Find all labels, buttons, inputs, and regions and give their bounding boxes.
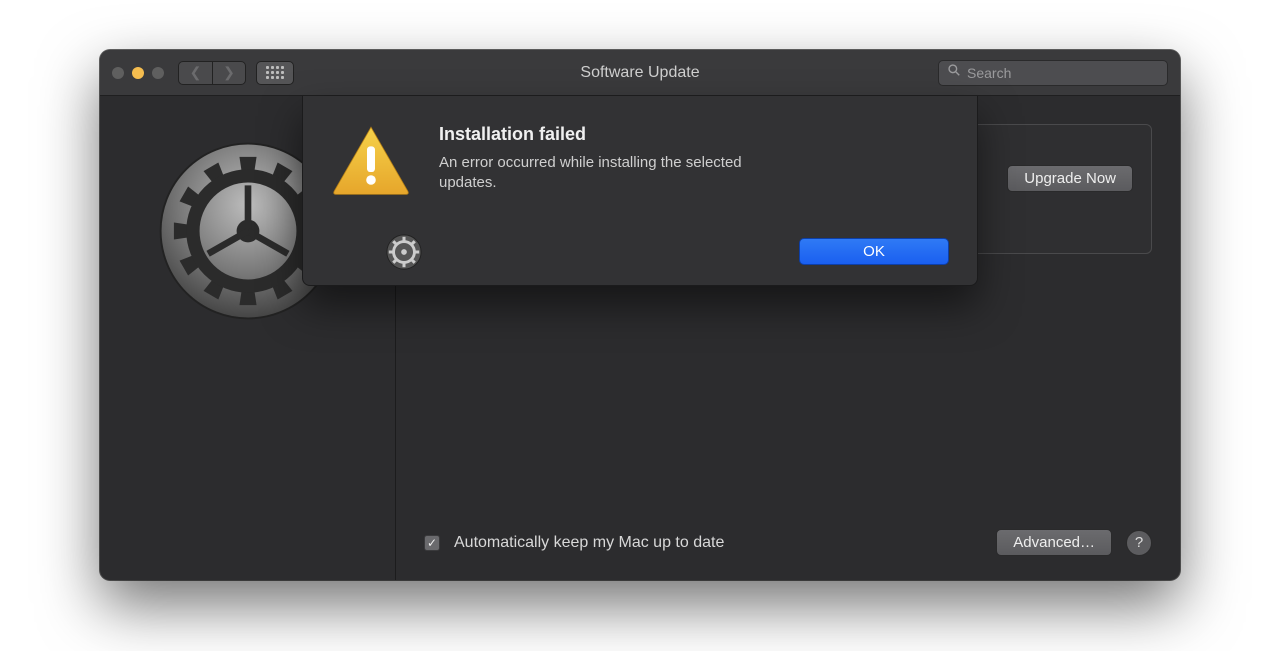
search-input[interactable] [967, 65, 1159, 81]
auto-update-checkbox[interactable]: ✓ [424, 535, 440, 551]
upgrade-now-button[interactable]: Upgrade Now [1007, 165, 1133, 192]
help-icon: ? [1135, 534, 1143, 551]
alert-body: Installation failed An error occurred wh… [439, 124, 949, 265]
search-field-container[interactable] [938, 60, 1168, 86]
error-alert-sheet: Installation failed An error occurred wh… [302, 96, 978, 286]
nav-buttons: ❮ ❯ [178, 61, 246, 85]
chevron-right-icon: ❯ [223, 64, 235, 81]
chevron-left-icon: ❮ [190, 64, 202, 81]
forward-button[interactable]: ❯ [212, 61, 246, 85]
grid-icon [266, 66, 284, 79]
show-all-button[interactable] [256, 61, 294, 85]
software-update-window: ❮ ❯ Software Update [100, 50, 1180, 580]
window-controls [112, 67, 164, 79]
auto-update-label: Automatically keep my Mac up to date [454, 534, 724, 552]
close-window-button[interactable] [112, 67, 124, 79]
alert-icon-container [331, 124, 417, 265]
ok-button[interactable]: OK [799, 238, 949, 265]
help-button[interactable]: ? [1126, 530, 1152, 556]
system-preferences-badge-icon [385, 233, 423, 271]
back-button[interactable]: ❮ [178, 61, 212, 85]
fullscreen-window-button[interactable] [152, 67, 164, 79]
bottom-bar: ✓ Automatically keep my Mac up to date A… [424, 529, 1152, 560]
warning-triangle-icon [331, 124, 417, 201]
minimize-window-button[interactable] [132, 67, 144, 79]
alert-title: Installation failed [439, 124, 949, 145]
alert-message: An error occurred while installing the s… [439, 153, 769, 194]
search-icon [947, 63, 961, 82]
alert-actions: OK [439, 238, 949, 265]
titlebar: ❮ ❯ Software Update [100, 50, 1180, 96]
advanced-button[interactable]: Advanced… [996, 529, 1112, 556]
